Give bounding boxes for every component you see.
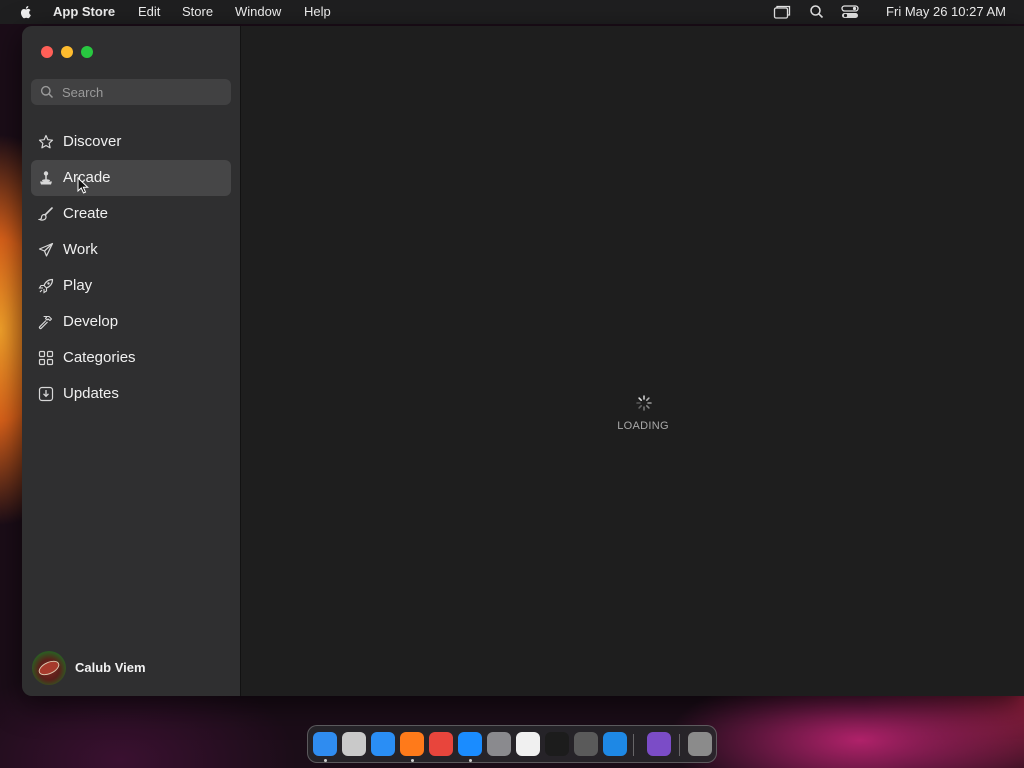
launchpad-icon[interactable] bbox=[342, 732, 366, 756]
window-maximize-button[interactable] bbox=[81, 46, 93, 58]
firefox-icon[interactable] bbox=[400, 732, 424, 756]
sidebar-item-categories[interactable]: Categories bbox=[31, 340, 231, 376]
loading-label: LOADING bbox=[617, 420, 669, 432]
vscode-icon[interactable] bbox=[603, 732, 627, 756]
menu-bar-clock[interactable]: Fri May 26 10:27 AM bbox=[886, 4, 1006, 20]
menu-window[interactable]: Window bbox=[235, 4, 281, 20]
finder-icon[interactable] bbox=[313, 732, 337, 756]
xcode-brush-icon[interactable] bbox=[574, 732, 598, 756]
grid-icon bbox=[38, 350, 54, 366]
dock-running-indicator bbox=[324, 759, 327, 762]
sidebar-item-label: Discover bbox=[63, 133, 122, 150]
chrome-icon[interactable] bbox=[429, 732, 453, 756]
menu-help[interactable]: Help bbox=[304, 4, 331, 20]
search-icon bbox=[40, 85, 54, 99]
rocket-icon bbox=[38, 278, 54, 294]
sidebar-item-label: Updates bbox=[63, 385, 119, 402]
sidebar: Discover Arcade Create Work bbox=[22, 26, 241, 696]
main-content: LOADING bbox=[242, 26, 1024, 696]
account-profile[interactable]: Calub Viem bbox=[32, 651, 232, 687]
sidebar-item-play[interactable]: Play bbox=[31, 268, 231, 304]
menu-store[interactable]: Store bbox=[182, 4, 213, 20]
joystick-icon bbox=[40, 171, 52, 185]
dock-running-indicator bbox=[411, 759, 414, 762]
control-center-icon[interactable] bbox=[841, 4, 859, 20]
sidebar-item-label: Create bbox=[63, 205, 109, 222]
menu-edit[interactable]: Edit bbox=[138, 4, 160, 20]
star-icon bbox=[38, 134, 54, 149]
hammer-icon bbox=[38, 315, 53, 330]
download-tray-icon bbox=[38, 386, 54, 402]
mouse-cursor-icon bbox=[77, 177, 89, 194]
sidebar-item-create[interactable]: Create bbox=[31, 196, 231, 232]
safari-icon[interactable] bbox=[371, 732, 395, 756]
sidebar-item-work[interactable]: Work bbox=[31, 232, 231, 268]
system-settings-icon[interactable] bbox=[487, 732, 511, 756]
sidebar-item-develop[interactable]: Develop bbox=[31, 304, 231, 340]
spotlight-search-icon[interactable] bbox=[808, 4, 826, 20]
paintbrush-icon bbox=[38, 207, 53, 221]
textedit-icon[interactable] bbox=[516, 732, 540, 756]
screen-mirroring-icon[interactable] bbox=[773, 4, 791, 20]
app-store-icon[interactable] bbox=[458, 732, 482, 756]
menu-app-name[interactable]: App Store bbox=[53, 4, 115, 20]
terminal-icon[interactable] bbox=[545, 732, 569, 756]
sidebar-item-label: Work bbox=[63, 241, 98, 258]
dock-running-indicator bbox=[469, 759, 472, 762]
app-store-window: Discover Arcade Create Work bbox=[22, 26, 1024, 696]
account-name[interactable]: Calub Viem bbox=[75, 660, 146, 675]
search-field[interactable] bbox=[31, 79, 231, 105]
sidebar-item-label: Develop bbox=[63, 313, 119, 330]
sidebar-item-arcade[interactable]: Arcade bbox=[31, 160, 231, 196]
search-input[interactable] bbox=[62, 82, 222, 102]
dock-separator bbox=[633, 734, 634, 756]
sidebar-item-label: Categories bbox=[63, 349, 136, 366]
paper-plane-icon bbox=[38, 242, 54, 257]
dock bbox=[307, 725, 717, 763]
window-close-button[interactable] bbox=[41, 46, 53, 58]
visual-studio-icon[interactable] bbox=[647, 732, 671, 756]
sidebar-item-label: Play bbox=[63, 277, 93, 294]
loading-spinner-icon bbox=[636, 395, 652, 411]
menu-bar: App Store Edit Store Window Help Fri May… bbox=[0, 0, 1024, 24]
avatar[interactable] bbox=[32, 651, 66, 685]
dock-separator bbox=[679, 734, 680, 756]
sidebar-item-discover[interactable]: Discover bbox=[31, 124, 231, 160]
sidebar-item-updates[interactable]: Updates bbox=[31, 376, 231, 412]
apple-menu-icon[interactable] bbox=[18, 4, 34, 20]
window-minimize-button[interactable] bbox=[61, 46, 73, 58]
trash-icon[interactable] bbox=[688, 732, 712, 756]
